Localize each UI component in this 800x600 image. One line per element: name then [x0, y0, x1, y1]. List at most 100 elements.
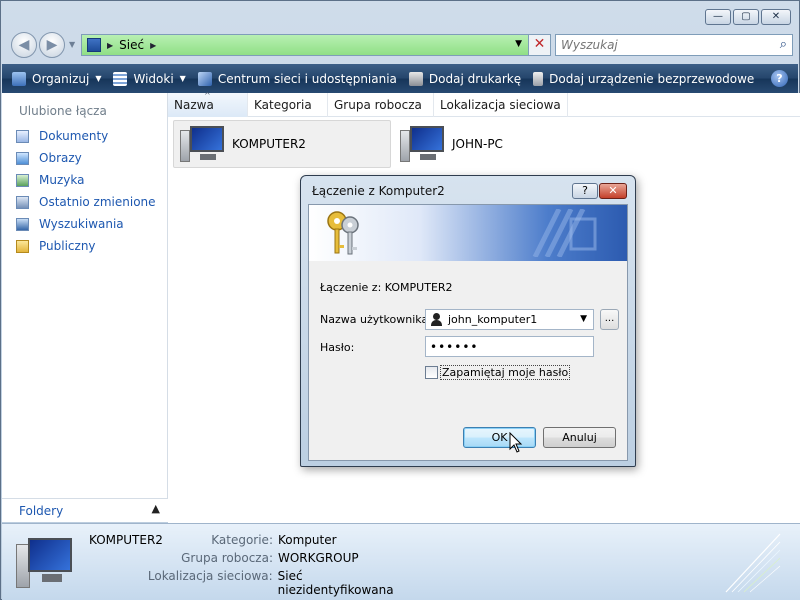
remember-password-label[interactable]: Zapamiętaj moje hasło: [440, 365, 571, 380]
favorite-links-heading: Ulubione łącza: [19, 104, 107, 118]
toolbar-network-center[interactable]: Centrum sieci i udostępniania: [197, 71, 397, 86]
chevron-up-icon[interactable]: ▲: [152, 502, 160, 515]
sidebar-item-searches[interactable]: Wyszukiwania: [2, 213, 167, 235]
sidebar-item-label: Muzyka: [39, 173, 85, 187]
help-icon[interactable]: ?: [771, 70, 788, 87]
chevron-down-icon: ▼: [179, 74, 186, 83]
maximize-button[interactable]: ▢: [733, 9, 759, 25]
chevron-down-icon: ▼: [95, 74, 102, 83]
dialog-banner: [309, 205, 627, 261]
toolbar-views[interactable]: Widoki ▼: [113, 71, 186, 86]
details-row: Lokalizacja sieciowa: Sieć niezidentyfik…: [122, 569, 422, 597]
username-label: Nazwa użytkownika:: [320, 313, 432, 326]
details-value: WORKGROUP: [278, 551, 359, 565]
address-dropdown-icon[interactable]: ▼: [515, 39, 522, 49]
public-folder-icon: [16, 239, 29, 253]
remember-password-checkbox[interactable]: [425, 366, 438, 379]
stop-refresh-icon[interactable]: ✕: [528, 35, 550, 55]
decorative-swoosh-icon: [725, 533, 781, 593]
password-field[interactable]: [425, 336, 594, 357]
connect-dialog: Łączenie z Komputer2 ? ✕ Łączenie z: KOM…: [300, 175, 636, 467]
sidebar-item-public[interactable]: Publiczny: [2, 235, 167, 257]
sidebar-item-label: Wyszukiwania: [39, 217, 124, 231]
ok-button[interactable]: OK: [463, 427, 536, 448]
column-label: Lokalizacja sieciowa: [440, 98, 561, 112]
sidebar-item-recent[interactable]: Ostatnio zmienione: [2, 191, 167, 213]
toolbar-add-printer[interactable]: Dodaj drukarkę: [408, 71, 522, 86]
sidebar-item-pictures[interactable]: Obrazy: [2, 147, 167, 169]
toolbar-item-label: Dodaj urządzenie bezprzewodowe: [549, 71, 755, 86]
connect-target-text: Łączenie z: KOMPUTER2: [320, 281, 453, 294]
username-combobox[interactable]: john_komputer1 ▼: [425, 309, 594, 330]
sidebar-item-label: Publiczny: [39, 239, 96, 253]
user-icon: [430, 313, 442, 326]
keys-icon: [327, 211, 359, 255]
sidebar-item-documents[interactable]: Dokumenty: [2, 125, 167, 147]
toolbar-add-wireless-device[interactable]: Dodaj urządzenie bezprzewodowe: [533, 71, 755, 86]
details-value: Sieć niezidentyfikowana: [277, 569, 394, 597]
toolbar-item-label: Widoki: [133, 71, 174, 86]
item-name: JOHN-PC: [452, 137, 503, 151]
pictures-icon: [16, 151, 29, 165]
dialog-title: Łączenie z Komputer2: [312, 184, 445, 198]
mouse-pointer-icon: [509, 432, 523, 453]
toolbar-item-label: Dodaj drukarkę: [428, 71, 522, 86]
minimize-button[interactable]: —: [705, 9, 731, 25]
breadcrumb-network[interactable]: Sieć: [119, 38, 144, 52]
computer-icon: [180, 124, 226, 164]
column-header-workgroup[interactable]: Grupa robocza: [328, 93, 434, 117]
cancel-button[interactable]: Anuluj: [543, 427, 616, 448]
search-icon[interactable]: ⌕: [780, 37, 787, 52]
column-header-network-location[interactable]: Lokalizacja sieciowa: [434, 93, 568, 117]
sidebar-item-music[interactable]: Muzyka: [2, 169, 167, 191]
column-label: Kategoria: [254, 98, 312, 112]
printer-icon: [408, 71, 423, 86]
sidebar-item-label: Obrazy: [39, 151, 82, 165]
username-value: john_komputer1: [448, 313, 538, 326]
navigation-pane: Ulubione łącza Dokumenty Obrazy Muzyka O…: [2, 93, 168, 521]
searches-icon: [16, 217, 29, 231]
recent-pages-dropdown-icon[interactable]: ▼: [69, 40, 75, 49]
banner-decoration-icon: [532, 209, 597, 257]
list-item[interactable]: KOMPUTER2: [173, 120, 391, 168]
toolbar-organize[interactable]: Organizuj ▼: [12, 71, 102, 86]
password-label: Hasło:: [320, 341, 355, 354]
browse-user-button[interactable]: ...: [600, 309, 619, 330]
details-label: Grupa robocza:: [181, 551, 273, 565]
details-label: Lokalizacja sieciowa:: [147, 569, 273, 583]
breadcrumb-separator-icon[interactable]: ▶: [150, 41, 156, 50]
close-window-button[interactable]: ✕: [761, 9, 791, 25]
computer-icon: [16, 538, 74, 590]
search-input[interactable]: [556, 35, 766, 55]
column-header-category[interactable]: Kategoria: [248, 93, 328, 117]
remember-password-option[interactable]: Zapamiętaj moje hasło: [425, 365, 571, 380]
wireless-device-icon: [533, 71, 544, 86]
list-item[interactable]: JOHN-PC: [394, 120, 594, 168]
column-header-name[interactable]: ^ Nazwa: [168, 91, 248, 117]
chevron-down-icon[interactable]: ▼: [580, 314, 587, 324]
folders-toggle[interactable]: Foldery ▲: [2, 498, 168, 522]
sidebar-item-label: Ostatnio zmienione: [39, 195, 156, 209]
documents-icon: [16, 129, 29, 143]
breadcrumb-separator-icon[interactable]: ▶: [107, 41, 113, 50]
folders-label: Foldery: [19, 504, 64, 518]
sidebar-item-label: Dokumenty: [39, 129, 109, 143]
sort-arrow-icon: ^: [204, 91, 211, 100]
organize-icon: [12, 71, 26, 86]
dialog-help-button[interactable]: ?: [572, 183, 598, 199]
command-toolbar: Organizuj ▼ Widoki ▼ Centrum sieci i udo…: [2, 64, 798, 93]
search-box[interactable]: ⌕: [555, 34, 793, 56]
details-row: Kategorie: Komputer: [122, 533, 422, 547]
dialog-close-button[interactable]: ✕: [599, 183, 627, 199]
column-headers: ^ Nazwa Kategoria Grupa robocza Lokaliza…: [168, 91, 800, 117]
recent-icon: [16, 195, 29, 209]
forward-arrow-icon: ▶: [46, 37, 58, 53]
computer-icon: [400, 124, 446, 164]
address-bar[interactable]: ▶ Sieć ▶ ▼ ✕: [81, 34, 551, 56]
back-button[interactable]: ◀: [11, 32, 37, 58]
views-icon: [113, 71, 128, 86]
password-input[interactable]: [426, 337, 586, 356]
caption-buttons: — ▢ ✕: [705, 9, 791, 25]
column-label: Grupa robocza: [334, 98, 422, 112]
forward-button[interactable]: ▶: [39, 32, 65, 58]
